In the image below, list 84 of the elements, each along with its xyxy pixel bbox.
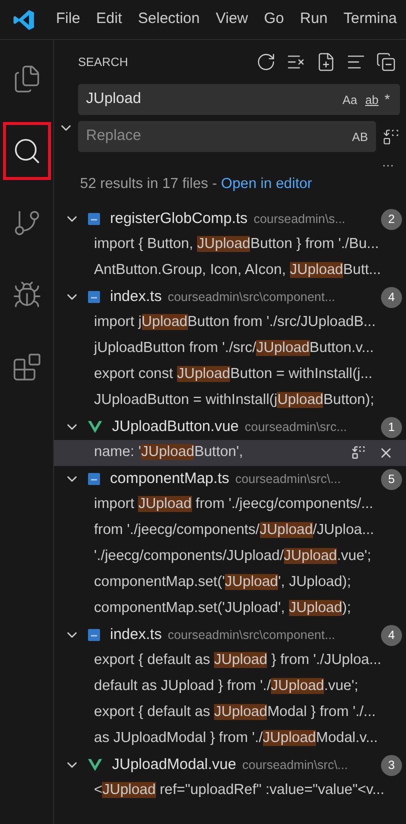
file-path: courseadmin\src\...: [242, 756, 349, 774]
refresh-icon[interactable]: [256, 52, 276, 72]
replace-icon[interactable]: [351, 445, 366, 460]
file-name[interactable]: registerGlobComp.ts: [110, 208, 248, 230]
match-row[interactable]: export const JUploadButton = withInstall(j...: [54, 362, 406, 388]
result-count-badge: 4: [381, 286, 402, 308]
more-options-button[interactable]: ···: [382, 159, 394, 171]
file-name[interactable]: JUploadModal.vue: [112, 754, 236, 776]
menu-item[interactable]: File: [48, 8, 88, 31]
app-logo-icon: [12, 8, 36, 32]
match-text: JUploadButton = withInstall(jUploadButton);: [94, 391, 376, 410]
results-summary: 52 results in 17 files -: [80, 175, 218, 194]
debug-icon: [12, 280, 42, 310]
whole-word-toggle[interactable]: ab: [365, 90, 379, 108]
match-row[interactable]: name: 'JUploadButton',: [54, 440, 406, 466]
match-row[interactable]: from './jeecg/components/JUpload/JUploa...: [54, 518, 406, 544]
collapse-all-icon[interactable]: [376, 52, 396, 72]
match-row[interactable]: export { default as JUploadModal } from './...: [54, 700, 406, 726]
regex-toggle[interactable]: *: [384, 89, 390, 110]
match-text: './jeecg/components/JUpload/JUpload.vue';: [94, 547, 372, 566]
file-path: courseadmin\s...: [254, 210, 346, 228]
match-row[interactable]: import jUploadButton from './src/JUploadB...: [54, 310, 406, 336]
search-field[interactable]: JUpload Aa ab *: [78, 84, 400, 115]
file-name[interactable]: componentMap.ts: [110, 468, 230, 490]
replace-field[interactable]: Replace AB: [78, 121, 376, 152]
panel-title: SEARCH: [78, 54, 130, 71]
menu-item[interactable]: Edit: [88, 8, 130, 31]
result-count-badge: 2: [381, 208, 402, 230]
match-text: import jUploadButton from './src/JUploadB...: [94, 313, 377, 332]
match-text: as JUploadModal } from './JUploadModal.v...: [94, 729, 379, 748]
file-name[interactable]: index.ts: [110, 286, 162, 308]
match-row[interactable]: as JUploadModal } from './JUploadModal.v...: [54, 726, 406, 752]
match-text: componentMap.set('JUpload', JUpload);: [94, 573, 352, 592]
result-count-badge: 1: [381, 416, 402, 438]
file-type-icon: [88, 421, 102, 433]
match-row[interactable]: export { default as JUpload } from './JUploa...: [54, 648, 406, 674]
file-type-icon: [88, 291, 100, 303]
file-type-icon: [88, 473, 100, 485]
menu-item[interactable]: View: [208, 8, 256, 31]
file-path: courseadmin\src\...: [235, 470, 342, 488]
result-count-badge: 5: [381, 468, 402, 490]
match-row[interactable]: JUploadButton = withInstall(jUploadButton);: [54, 388, 406, 414]
match-text: from './jeecg/components/JUpload/JUploa...: [94, 521, 376, 540]
open-in-editor-link[interactable]: Open in editor: [221, 174, 312, 196]
new-file-icon[interactable]: [316, 52, 336, 72]
match-case-toggle[interactable]: Aa: [342, 90, 358, 108]
match-text: export { default as JUpload } from './JUploa...: [94, 651, 382, 670]
menu-item[interactable]: Run: [292, 8, 336, 31]
match-text: jUploadButton from './src/JUploadButton.v...: [94, 339, 375, 358]
match-text: export const JUploadButton = withInstall(j...: [94, 365, 374, 384]
match-row[interactable]: './jeecg/components/JUpload/JUpload.vue';: [54, 544, 406, 570]
match-row[interactable]: import { Button, JUploadButton } from './Bu...: [54, 232, 406, 258]
match-text: componentMap.set('JUpload', JUpload);: [94, 599, 352, 618]
replace-all-icon[interactable]: [382, 128, 400, 146]
file-name[interactable]: index.ts: [110, 624, 162, 646]
file-path: courseadmin\src\component...: [168, 288, 336, 306]
match-text: <JUpload ref="uploadRef" :value="value"<v...: [94, 781, 386, 800]
file-type-icon: [88, 629, 100, 641]
result-count-badge: 3: [381, 754, 402, 776]
match-row[interactable]: import JUpload from './jeecg/components/...: [54, 492, 406, 518]
match-text: export { default as JUploadModal } from './...: [94, 703, 377, 722]
result-count-badge: 4: [381, 624, 402, 646]
menu-item[interactable]: Selection: [130, 8, 208, 31]
menu-item[interactable]: Termina: [336, 8, 405, 31]
match-text: default as JUpload } from './JUpload.vue';: [94, 677, 360, 696]
file-path: courseadmin\src\component...: [168, 626, 336, 644]
extensions-icon: [12, 352, 42, 382]
file-type-icon: [88, 213, 100, 225]
search-activity-button[interactable]: [2, 122, 50, 180]
menu-item[interactable]: Go: [256, 8, 292, 31]
match-row[interactable]: AntButton.Group, Icon, AIcon, JUploadButt...: [54, 258, 406, 284]
match-row[interactable]: componentMap.set('JUpload', JUpload);: [54, 570, 406, 596]
match-row[interactable]: componentMap.set('JUpload', JUpload);: [54, 596, 406, 622]
match-text: import JUpload from './jeecg/components/...: [94, 495, 374, 514]
match-row[interactable]: <JUpload ref="uploadRef" :value="value"<v...: [54, 778, 406, 804]
match-text: AntButton.Group, Icon, AIcon, JUploadButt...: [94, 261, 382, 280]
file-type-icon: [88, 759, 102, 771]
match-text: name: 'JUploadButton',: [94, 443, 244, 462]
match-text: import { Button, JUploadButton } from './Bu...: [94, 235, 380, 254]
match-row[interactable]: default as JUpload } from './JUpload.vue';: [54, 674, 406, 700]
file-name[interactable]: JUploadButton.vue: [112, 416, 239, 438]
preserve-case-toggle[interactable]: AB: [352, 128, 368, 146]
file-path: courseadmin\src...: [244, 418, 348, 436]
match-row[interactable]: jUploadButton from './src/JUploadButton.v...: [54, 336, 406, 362]
